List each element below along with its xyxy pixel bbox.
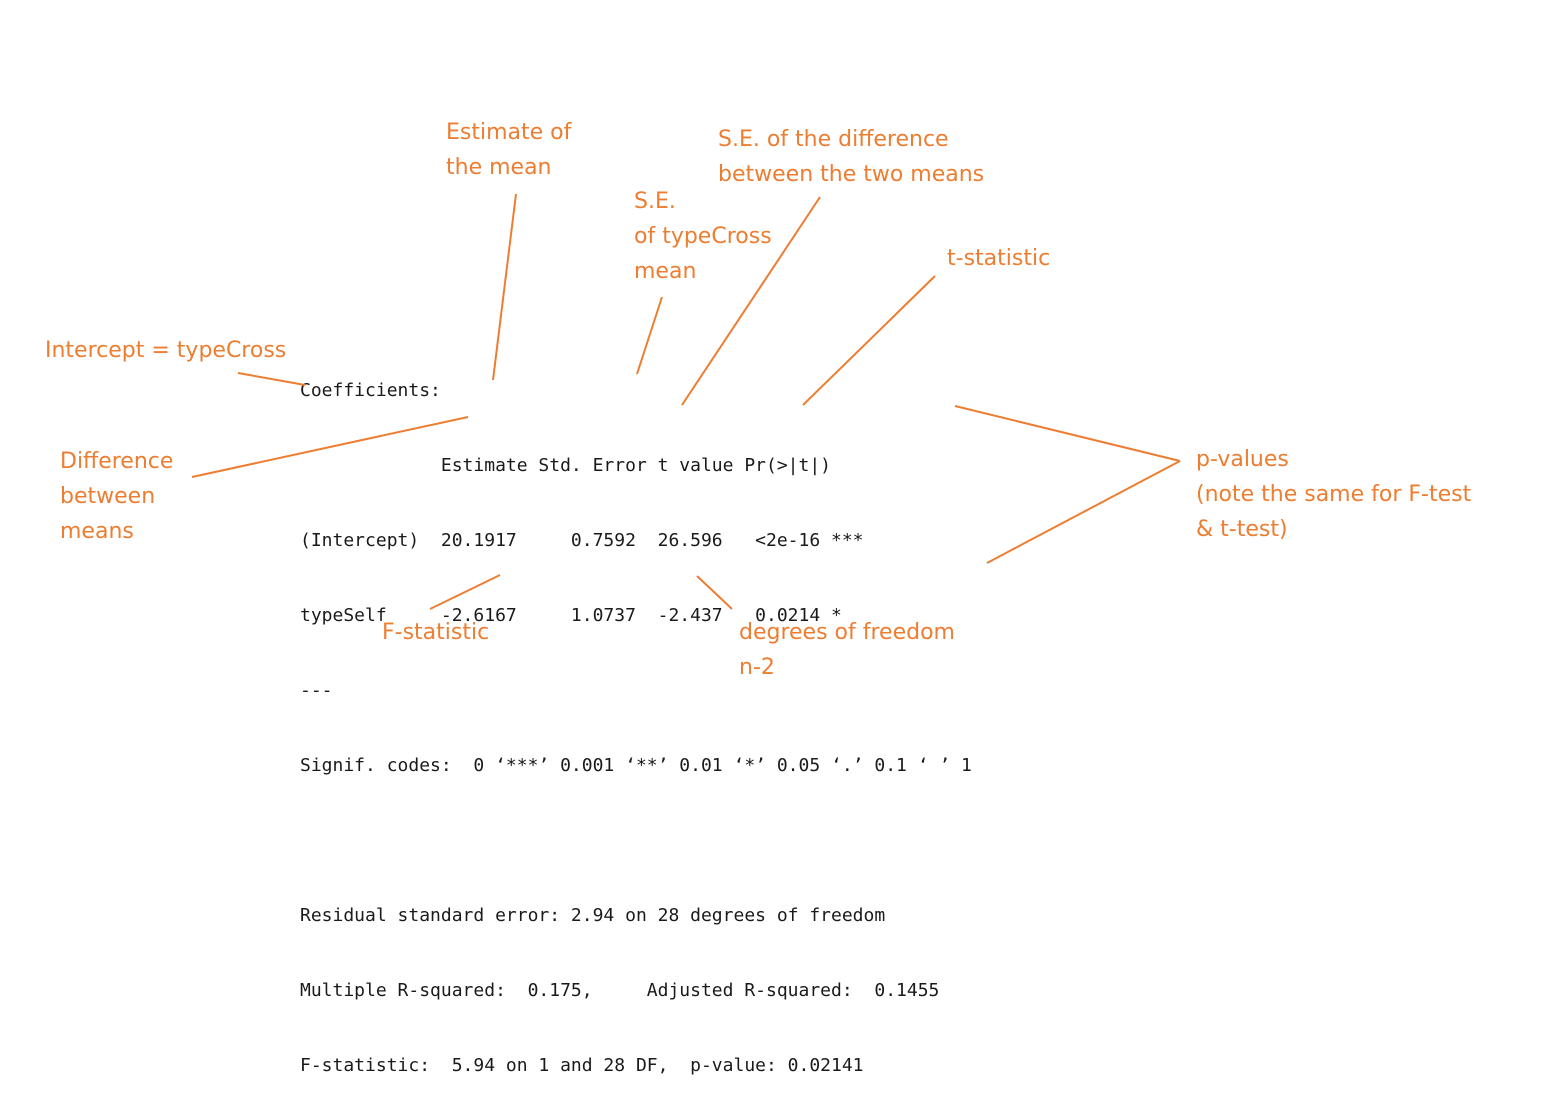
leader-p-values-f <box>986 460 1181 564</box>
annotation-text: means <box>60 519 134 544</box>
annotation-text: between the two means <box>718 162 985 187</box>
annotation-text: of typeCross <box>634 224 772 249</box>
annotation-se-typecross: S.E. of typeCross mean <box>634 184 772 289</box>
annotation-text: mean <box>634 259 697 284</box>
console-line: Residual standard error: 2.94 on 28 degr… <box>300 905 886 926</box>
annotation-p-values: p-values (note the same for F-test & t-t… <box>1196 442 1471 547</box>
annotation-t-statistic: t-statistic <box>947 241 1050 276</box>
annotation-degrees-freedom: degrees of freedom n-2 <box>739 615 955 685</box>
annotation-text: the mean <box>446 155 552 180</box>
console-line: Estimate Std. Error t value Pr(>|t|) <box>300 455 832 476</box>
annotation-se-difference: S.E. of the difference between the two m… <box>718 122 984 192</box>
annotation-text: S.E. of the difference <box>718 127 949 152</box>
annotation-text: n-2 <box>739 655 775 680</box>
console-line: Coefficients: <box>300 380 441 401</box>
annotation-text: p-values <box>1196 447 1289 472</box>
regression-summary-output: Coefficients: Estimate Std. Error t valu… <box>300 328 972 1103</box>
leader-intercept <box>237 372 306 386</box>
annotation-estimate-mean: Estimate of the mean <box>446 115 571 185</box>
annotation-text: Estimate of <box>446 120 572 145</box>
annotation-intercept: Intercept = typeCross <box>45 333 286 368</box>
annotation-text: between <box>60 484 156 509</box>
console-line: F-statistic: 5.94 on 1 and 28 DF, p-valu… <box>300 1055 864 1076</box>
annotation-difference-means: Difference between means <box>60 444 173 549</box>
annotation-text: t-statistic <box>947 246 1051 271</box>
annotation-text: & t-test) <box>1196 517 1288 542</box>
console-line: Signif. codes: 0 ‘***’ 0.001 ‘**’ 0.01 ‘… <box>300 755 972 776</box>
annotation-f-statistic: F-statistic <box>382 615 489 650</box>
annotation-text: degrees of freedom <box>739 620 955 645</box>
console-line: Multiple R-squared: 0.175, Adjusted R-sq… <box>300 980 940 1001</box>
annotation-text: Intercept = typeCross <box>45 338 287 363</box>
annotation-text: F-statistic <box>382 620 490 645</box>
annotation-text: (note the same for F-test <box>1196 482 1472 507</box>
leader-p-values-t <box>954 405 1181 462</box>
console-line: (Intercept) 20.1917 0.7592 26.596 <2e-16… <box>300 530 864 551</box>
annotation-text: Difference <box>60 449 174 474</box>
